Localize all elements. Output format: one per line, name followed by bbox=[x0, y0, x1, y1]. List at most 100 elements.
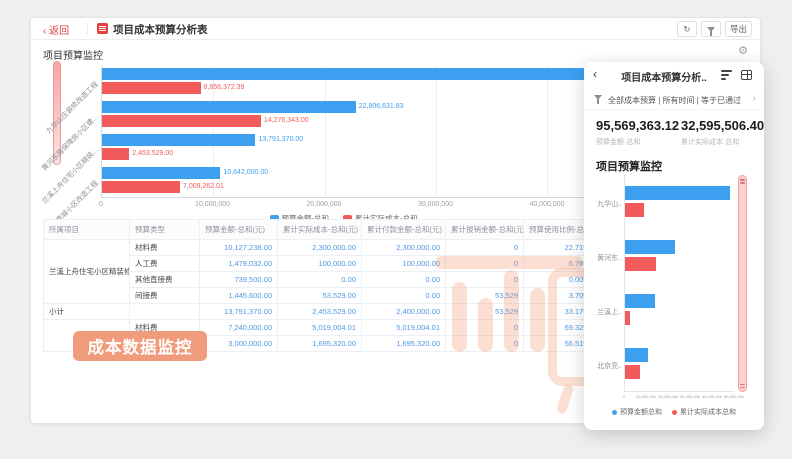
value-cell: 10,127,238.00 bbox=[200, 240, 278, 256]
panel-title: 项目成本预算分析.. bbox=[612, 69, 716, 84]
value-cell: 1,445,600.00 bbox=[200, 288, 278, 304]
table-header: 所属项目预算类型预算金额-总和(元)累计实际成本-总和(元)累计付款金额-总和(… bbox=[44, 220, 596, 240]
category-label: 九华山.. bbox=[597, 199, 622, 209]
category-label: 兰溪上.. bbox=[597, 307, 622, 317]
value-cell: 0 bbox=[446, 272, 524, 288]
scrollbar-handle[interactable] bbox=[740, 179, 745, 181]
chevron-left-icon[interactable]: ‹ bbox=[593, 67, 597, 81]
budget-type-cell: 材料费 bbox=[130, 240, 200, 256]
plot-area bbox=[624, 175, 734, 392]
gear-icon[interactable]: ⚙ bbox=[738, 44, 748, 57]
value-cell: 0.00 bbox=[278, 272, 362, 288]
category-axis: 九华山庄装修改造工程黄河东路保障房小区建...兰溪上舟住宅小区精装...北京亮城… bbox=[43, 66, 99, 198]
bar-budget[interactable] bbox=[625, 348, 648, 362]
budget-type-cell: 间接费 bbox=[130, 288, 200, 304]
bar-actual[interactable] bbox=[102, 82, 201, 94]
refresh-button[interactable]: ↻ bbox=[677, 21, 697, 37]
metric-budget: 95,569,363.12 预算金额·总和 bbox=[596, 118, 679, 147]
report-icon bbox=[97, 23, 108, 34]
legend-swatch bbox=[672, 410, 677, 415]
value-cell: 53,529 bbox=[446, 304, 524, 320]
scrollbar-handle[interactable] bbox=[740, 182, 745, 184]
value-cell: 1,695,320.00 bbox=[278, 336, 362, 352]
funnel-icon bbox=[594, 95, 602, 100]
bar-actual[interactable] bbox=[625, 257, 656, 271]
axis-tick-label: 20,000,000 bbox=[658, 395, 678, 399]
value-cell: 3,000,000.00 bbox=[200, 336, 278, 352]
budget-type-cell: 人工费 bbox=[130, 256, 200, 272]
bar-budget[interactable] bbox=[102, 101, 356, 113]
value-cell: 2,300,000.00 bbox=[362, 240, 446, 256]
value-cell: 13,791,370.00 bbox=[200, 304, 278, 320]
plot-area: 8,856,372.3922,806,631.8314,276,343.0013… bbox=[101, 66, 586, 198]
axis-tick-label: 0 bbox=[623, 395, 625, 399]
slider-handle[interactable] bbox=[53, 60, 61, 64]
project-cell: 小计 bbox=[44, 304, 130, 320]
panel-section-title: 项目预算监控 bbox=[596, 158, 662, 174]
filter-button[interactable] bbox=[701, 21, 721, 37]
metric-value: 95,569,363.12 bbox=[596, 118, 679, 133]
bar-actual[interactable] bbox=[102, 148, 129, 160]
bar-budget[interactable] bbox=[102, 167, 220, 179]
bar-budget[interactable] bbox=[102, 68, 586, 80]
annotation-badge: 成本数据监控 bbox=[73, 331, 207, 361]
category-label: 黄河东.. bbox=[597, 253, 622, 263]
value-cell: 0 bbox=[446, 336, 524, 352]
legend-item: 累计实际成本总和 bbox=[672, 407, 736, 417]
bar-budget[interactable] bbox=[625, 186, 730, 200]
category-label: 北京亮.. bbox=[597, 361, 622, 371]
gridline bbox=[325, 66, 326, 198]
budget-type-cell bbox=[130, 304, 200, 320]
panel-header: ‹ 项目成本预算分析.. bbox=[584, 62, 764, 88]
value-cell: 53,529.00 bbox=[278, 288, 362, 304]
axis-tick-label: 40,000,000 bbox=[702, 395, 722, 399]
value-cell: 100,000.00 bbox=[362, 256, 446, 272]
bar-budget[interactable] bbox=[102, 134, 255, 146]
scrollbar-handle[interactable] bbox=[740, 384, 745, 386]
column-header: 累计付款金额-总和(元) bbox=[362, 220, 446, 240]
legend-label: 预算金额总和 bbox=[620, 407, 662, 417]
divider bbox=[87, 22, 88, 35]
bar-actual[interactable] bbox=[102, 181, 180, 193]
chevron-right-icon: › bbox=[753, 93, 756, 104]
value-cell: 0 bbox=[446, 256, 524, 272]
axis-tick-label: 10,000,000 bbox=[195, 201, 230, 208]
bar-budget[interactable] bbox=[625, 240, 675, 254]
metric-actual: 32,595,506.40 累计实际成本·总和 bbox=[681, 118, 764, 147]
bar-value-label: 13,791,370.00 bbox=[258, 136, 303, 143]
value-axis: 010,000,00020,000,00030,000,00040,000,00… bbox=[101, 201, 586, 211]
column-header: 所属项目 bbox=[44, 220, 130, 240]
filter-bar[interactable]: 全部成本预算 | 所有时间 | 等于已通过 › bbox=[584, 88, 764, 110]
value-cell: 7,240,000.00 bbox=[200, 320, 278, 336]
bar-value-label: 22,806,631.83 bbox=[359, 103, 404, 110]
value-cell: 2,300,000.00 bbox=[278, 240, 362, 256]
legend-swatch bbox=[612, 410, 617, 415]
value-axis: 010,000,00020,000,00030,000,00040,000,00… bbox=[624, 395, 734, 403]
column-header: 累计实际成本-总和(元) bbox=[278, 220, 362, 240]
table-row: 兰溪上舟住宅小区精装修第...材料费10,127,238.002,300,000… bbox=[44, 240, 596, 256]
bar-actual[interactable] bbox=[102, 115, 261, 127]
metric-caption: 累计实际成本·总和 bbox=[681, 137, 764, 147]
category-label: 黄河东路保障房小区建... bbox=[40, 112, 101, 173]
value-cell: 1,479,032.00 bbox=[200, 256, 278, 272]
column-header: 预算金额-总和(元) bbox=[200, 220, 278, 240]
export-button[interactable]: 导出 bbox=[725, 21, 752, 37]
bar-budget[interactable] bbox=[625, 294, 655, 308]
bar-actual[interactable] bbox=[625, 203, 644, 217]
value-cell: 2,453,529.00 bbox=[278, 304, 362, 320]
axis-tick-label: 30,000,000 bbox=[418, 201, 453, 208]
back-button[interactable]: ‹ 返回 bbox=[43, 22, 69, 37]
value-cell: 1,695,320.00 bbox=[362, 336, 446, 352]
value-cell: 5,019,004.01 bbox=[362, 320, 446, 336]
value-cell: 53,529 bbox=[446, 288, 524, 304]
table-icon[interactable] bbox=[741, 70, 752, 80]
bar-actual[interactable] bbox=[625, 311, 630, 325]
column-header: 预算类型 bbox=[130, 220, 200, 240]
bar-value-label: 10,642,000.00 bbox=[223, 169, 268, 176]
chart-scrollbar[interactable] bbox=[738, 175, 747, 392]
back-label: 返回 bbox=[49, 26, 69, 37]
list-icon[interactable] bbox=[721, 70, 732, 80]
bar-actual[interactable] bbox=[625, 365, 640, 379]
scrollbar-handle[interactable] bbox=[740, 387, 745, 389]
project-cell: 兰溪上舟住宅小区精装修第... bbox=[44, 240, 130, 304]
